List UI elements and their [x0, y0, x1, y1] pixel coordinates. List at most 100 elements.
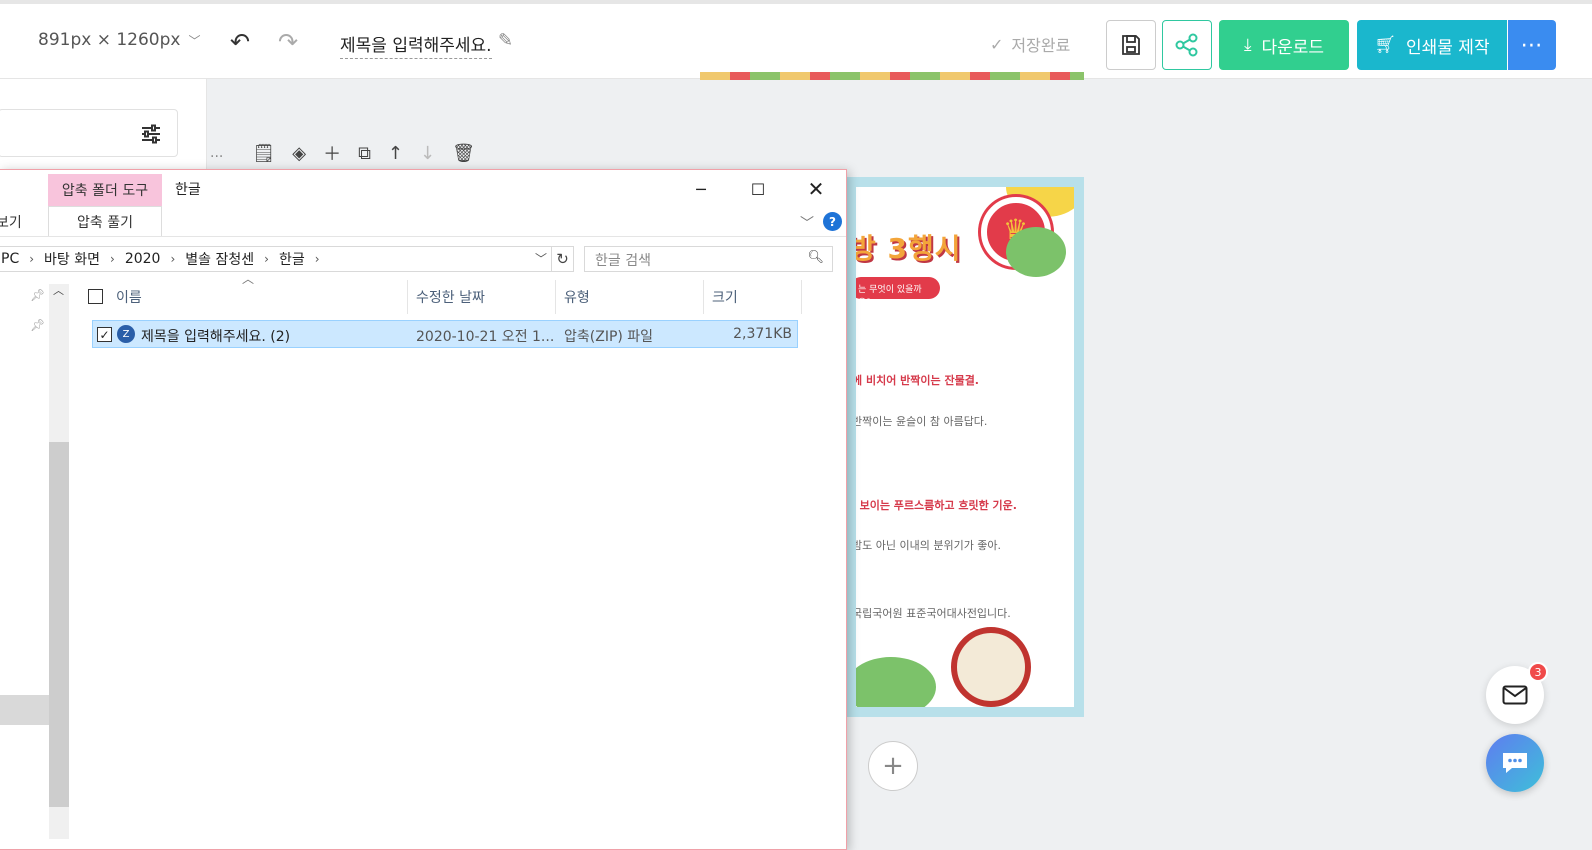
download-icon: ⤓	[1243, 35, 1252, 55]
file-explorer-window[interactable]: 압축 폴더 도구 한글 ─ ☐ ✕ 보기 압축 풀기 ﹀ ? PC › 바탕 화…	[0, 169, 847, 850]
poster-tag: 는 무엇이 있을까요? ▸	[856, 277, 940, 308]
navigation-pane: 📌︎ 📌︎ ︿	[0, 280, 70, 850]
file-name: 제목을 입력해주세요. (2)	[141, 329, 291, 345]
download-label: 다운로드	[1261, 37, 1325, 58]
breadcrumb-item[interactable]: 2020	[125, 251, 161, 267]
poster-line: 국립국어원 표준국어대사전입니다.	[852, 607, 1011, 620]
refresh-icon[interactable]: ↻	[552, 246, 574, 272]
chevron-right-icon[interactable]: ›	[110, 252, 115, 266]
pencil-icon[interactable]: ✎	[498, 30, 513, 51]
document-title[interactable]: 제목을 입력해주세요.	[340, 31, 492, 59]
divider	[0, 236, 846, 237]
row-checkbox[interactable]: ✓	[97, 327, 112, 342]
search-icon[interactable]: 🔍︎	[807, 250, 824, 265]
undo-icon[interactable]: ↶	[230, 28, 250, 56]
delete-page-icon[interactable]: 🗑︎	[452, 143, 475, 164]
minimize-icon[interactable]: ─	[678, 174, 724, 204]
download-button[interactable]: ⤓ 다운로드	[1219, 20, 1349, 70]
ribbon-expand-icon[interactable]: ﹀	[800, 213, 814, 233]
page-toolbar: ... 🗒︎ ◈ ＋ ⧉ ↑ ↓ 🗑︎	[210, 140, 475, 166]
filter-icon[interactable]	[139, 122, 163, 146]
column-type[interactable]: 유형	[556, 280, 704, 314]
share-icon	[1175, 33, 1198, 57]
redo-icon[interactable]: ↷	[278, 28, 298, 56]
file-list: ︿ 이름 수정한 날짜 유형 크기 ✓ Z 제목을 입력해주세요. (2) 20…	[80, 272, 845, 840]
window-title: 한글	[175, 182, 201, 198]
save-button[interactable]	[1106, 20, 1156, 70]
copy-page-icon[interactable]: ⧉	[358, 143, 371, 164]
compressed-folder-tools-tab[interactable]: 압축 폴더 도구	[48, 174, 162, 206]
breadcrumb-item[interactable]: 바탕 화면	[44, 249, 100, 269]
save-status: ✓ 저장완료	[990, 32, 1070, 56]
address-dropdown-icon[interactable]: ﹀	[535, 250, 547, 267]
zip-file-icon: Z	[117, 325, 135, 343]
bush-graphic	[1006, 227, 1066, 277]
maximize-icon[interactable]: ☐	[735, 174, 781, 204]
pin-icon[interactable]: 📌︎	[30, 288, 45, 302]
tab-view[interactable]: 보기	[0, 212, 22, 232]
scroll-up-icon[interactable]: ︿	[53, 282, 64, 298]
breadcrumb-item[interactable]: PC	[1, 251, 19, 267]
notification-badge: 3	[1528, 662, 1548, 682]
scrollbar-thumb[interactable]	[49, 442, 69, 807]
check-icon: ✓	[990, 34, 1004, 54]
file-type: 압축(ZIP) 파일	[564, 329, 654, 345]
pin-icon[interactable]: 📌︎	[30, 318, 45, 332]
add-page-icon[interactable]: ＋	[323, 140, 341, 166]
sort-ascending-icon: ︿	[242, 272, 255, 286]
save-status-label: 저장완료	[1011, 36, 1071, 55]
column-date[interactable]: 수정한 날짜	[408, 280, 556, 314]
bush-graphic	[856, 657, 936, 707]
poster-line: 반짝이는 윤슬이 참 아름답다.	[852, 415, 988, 428]
chevron-right-icon[interactable]: ›	[264, 252, 269, 266]
tab-extract[interactable]: 압축 풀기	[48, 206, 162, 236]
chat-bubble-icon	[1503, 753, 1527, 773]
move-up-icon[interactable]: ↑	[388, 143, 403, 164]
canvas-size-select[interactable]: 891px × 1260px ﹀	[38, 30, 200, 50]
editor-topbar: 891px × 1260px ﹀ ↶ ↷ 제목을 입력해주세요. ✎ ✓ 저장완…	[0, 0, 1592, 79]
column-name-label: 이름	[116, 290, 142, 306]
chevron-down-icon: ﹀	[188, 33, 201, 48]
file-size: 2,371KB	[733, 326, 792, 342]
move-down-icon[interactable]: ↓	[420, 143, 435, 164]
more-dots[interactable]: ...	[210, 145, 223, 161]
paint-bucket-icon[interactable]: ◈	[292, 143, 306, 164]
poster-page[interactable]: 방 3행시 는 무엇이 있을까요? ▸ 에 비치어 반짝이는 잔물결. 반짝이는…	[846, 177, 1084, 717]
previous-page-preview[interactable]	[700, 72, 1084, 80]
address-bar[interactable]: PC › 바탕 화면 › 2020 › 별솔 잠청센 › 한글 › ﹀	[0, 246, 552, 272]
drum-graphic	[951, 627, 1031, 707]
floppy-icon	[1122, 35, 1140, 55]
more-options-button[interactable]: ⋯	[1508, 20, 1556, 70]
share-button[interactable]	[1162, 20, 1212, 70]
chat-button[interactable]	[1486, 734, 1544, 792]
chevron-right-icon[interactable]: ›	[315, 252, 320, 266]
breadcrumb-item[interactable]: 한글	[279, 249, 305, 269]
chevron-right-icon[interactable]: ›	[29, 252, 34, 266]
file-row[interactable]: ✓ Z 제목을 입력해주세요. (2) 2020-10-21 오전 1... 압…	[92, 320, 798, 348]
breadcrumb-item[interactable]: 별솔 잠청센	[185, 249, 254, 269]
canvas-size-label: 891px × 1260px	[38, 30, 181, 50]
nav-selected-item[interactable]	[0, 695, 49, 725]
add-page-button[interactable]: +	[868, 741, 918, 791]
search-placeholder: 한글 검색	[595, 253, 651, 269]
template-search-box[interactable]	[0, 109, 178, 157]
mail-icon	[1502, 685, 1528, 705]
close-icon[interactable]: ✕	[793, 174, 839, 204]
help-icon[interactable]: ?	[823, 212, 842, 231]
cart-icon: 🛒︎	[1374, 35, 1396, 55]
column-header-row: ︿ 이름 수정한 날짜 유형 크기	[80, 272, 802, 314]
print-order-button[interactable]: 🛒︎ 인쇄물 제작	[1357, 20, 1507, 70]
poster-line: 에 비치어 반짝이는 잔물결.	[852, 374, 979, 387]
poster-title: 방 3행시	[850, 232, 962, 265]
print-order-label: 인쇄물 제작	[1405, 37, 1490, 58]
poster-line: 밤도 아닌 이내의 분위기가 좋아.	[852, 539, 1002, 552]
column-size[interactable]: 크기	[704, 280, 802, 314]
poster-line: l 보이는 푸르스름하고 흐릿한 기운.	[852, 499, 1017, 512]
column-name[interactable]: ︿ 이름	[80, 272, 408, 314]
folder-search-input[interactable]: 한글 검색 🔍︎	[584, 246, 833, 272]
select-all-checkbox[interactable]	[88, 289, 103, 304]
file-date: 2020-10-21 오전 1...	[416, 329, 555, 345]
mail-button[interactable]: 3	[1486, 662, 1548, 724]
memo-icon[interactable]: 🗒︎	[252, 143, 275, 164]
chevron-right-icon[interactable]: ›	[170, 252, 175, 266]
